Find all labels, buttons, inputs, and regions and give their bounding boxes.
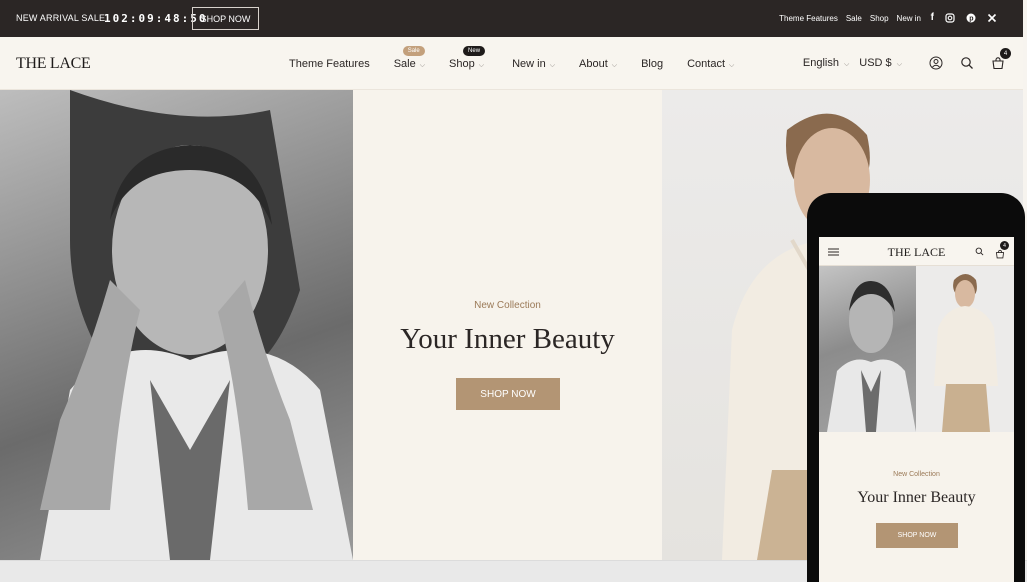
- menu-item-contact[interactable]: Contact ⌵: [687, 58, 734, 70]
- currency-value: USD $: [859, 57, 892, 69]
- mobile-search-icon[interactable]: [975, 247, 984, 256]
- woman-portrait-bw-image: [40, 90, 353, 560]
- site-logo[interactable]: THE LACE: [16, 55, 91, 73]
- hero-headline: Your Inner Beauty: [400, 323, 615, 355]
- menu-item-new-in[interactable]: New in ⌵: [512, 58, 555, 70]
- sale-badge: Sale: [402, 46, 425, 56]
- menu-item-label: About: [579, 58, 608, 70]
- cart-count-badge: 4: [1000, 48, 1011, 59]
- mobile-header: THE LACE 4: [819, 237, 1014, 266]
- promo-text: NEW ARRIVAL SALE: [16, 13, 106, 23]
- main-menu: Theme Features Sale Sale ⌵ New Shop ⌵ New …: [289, 46, 734, 70]
- woman-portrait-bw-image: [827, 281, 916, 432]
- menu-item-label: Theme Features: [289, 58, 370, 70]
- menu-item-label: Sale: [393, 58, 416, 70]
- mobile-screen: THE LACE 4 New Collection Your Inner Bea…: [819, 237, 1014, 582]
- menu-item-shop[interactable]: New Shop ⌵: [449, 46, 486, 70]
- mobile-preview-device: THE LACE 4 New Collection Your Inner Bea…: [807, 193, 1025, 582]
- hero-eyebrow: New Collection: [474, 300, 541, 311]
- topbar-link-new-in[interactable]: New in: [897, 14, 921, 23]
- menu-item-blog[interactable]: Blog: [641, 58, 663, 70]
- cart-button[interactable]: 4: [991, 48, 1011, 70]
- mobile-cart-button[interactable]: 4: [995, 241, 1009, 259]
- mobile-cart-icon: [995, 249, 1005, 259]
- mobile-hero-image-left: [819, 266, 916, 432]
- social-links: f p: [931, 11, 997, 25]
- header-tools: English ⌵ USD $ ⌵ 4: [803, 48, 1011, 70]
- menu-item-label: Contact: [687, 58, 726, 70]
- mobile-logo[interactable]: THE LACE: [819, 245, 1014, 260]
- language-value: English: [802, 57, 839, 69]
- chevron-down-icon: ⌵: [896, 61, 902, 68]
- x-icon[interactable]: [987, 13, 997, 23]
- topbar-shop-now-button[interactable]: SHOP NOW: [192, 7, 259, 30]
- woman-in-cream-shirt-image: [934, 274, 998, 432]
- pinterest-icon[interactable]: p: [966, 13, 976, 23]
- hero-content: New Collection Your Inner Beauty SHOP NO…: [353, 90, 662, 560]
- topbar-link-theme-features[interactable]: Theme Features: [779, 14, 838, 23]
- menu-item-about[interactable]: About ⌵: [579, 58, 617, 70]
- chevron-down-icon: ⌵: [478, 62, 485, 69]
- topbar-link-sale[interactable]: Sale: [846, 14, 862, 23]
- menu-item-label: Shop: [449, 58, 475, 70]
- search-icon[interactable]: [960, 56, 974, 70]
- menu-item-theme-features[interactable]: Theme Features: [289, 58, 370, 70]
- mobile-hero-eyebrow: New Collection: [893, 471, 940, 478]
- currency-selector[interactable]: USD $ ⌵: [859, 57, 902, 69]
- mobile-shop-now-button[interactable]: SHOP NOW: [876, 523, 958, 548]
- facebook-icon[interactable]: f: [931, 11, 934, 25]
- menu-item-label: Blog: [641, 58, 664, 70]
- svg-text:p: p: [969, 16, 973, 23]
- chevron-down-icon: ⌵: [843, 61, 850, 68]
- account-icon[interactable]: [929, 56, 943, 70]
- main-header: THE LACE Theme Features Sale Sale ⌵ New S…: [0, 37, 1023, 90]
- mobile-hero-headline: Your Inner Beauty: [857, 489, 976, 506]
- chevron-down-icon: ⌵: [611, 62, 618, 69]
- chevron-down-icon: ⌵: [419, 62, 426, 69]
- announcement-bar: NEW ARRIVAL SALE 102:09:48:50 SHOP NOW T…: [0, 0, 1023, 37]
- hero-image-left: [0, 90, 353, 560]
- menu-item-label: New in: [512, 58, 546, 70]
- mobile-cart-count: 4: [1000, 241, 1009, 250]
- chevron-down-icon: ⌵: [729, 62, 735, 69]
- topbar-links: Theme Features Sale Shop New in: [779, 14, 921, 23]
- chevron-down-icon: ⌵: [549, 62, 555, 69]
- instagram-icon[interactable]: [945, 13, 955, 23]
- hero-shop-now-button[interactable]: SHOP NOW: [456, 378, 560, 410]
- language-selector[interactable]: English ⌵: [803, 57, 849, 69]
- mobile-hero-image-right: [916, 266, 1014, 432]
- menu-item-sale[interactable]: Sale Sale ⌵: [393, 46, 426, 70]
- topbar-link-shop[interactable]: Shop: [870, 14, 889, 23]
- new-badge: New: [463, 46, 486, 56]
